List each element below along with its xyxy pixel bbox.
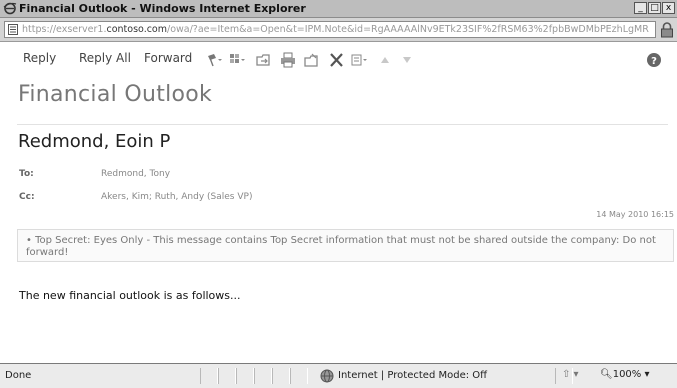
minimize-button[interactable]: _ bbox=[634, 2, 647, 14]
title-bar[interactable]: Financial Outlook - Windows Internet Exp… bbox=[0, 0, 677, 18]
close-button[interactable]: x bbox=[662, 2, 675, 14]
open-attachment-icon[interactable] bbox=[303, 52, 321, 68]
maximize-button[interactable]: □ bbox=[648, 2, 661, 14]
url-prefix: https://exserver1. bbox=[22, 24, 107, 35]
print-icon[interactable] bbox=[279, 52, 297, 68]
forward-button[interactable]: Forward bbox=[144, 51, 192, 65]
ie-logo-icon bbox=[3, 2, 17, 15]
internet-zone-icon bbox=[320, 369, 334, 383]
cc-recipients[interactable]: Akers, Kim; Ruth, Andy (Sales VP) bbox=[101, 192, 252, 202]
next-item-icon[interactable] bbox=[398, 52, 416, 68]
help-icon[interactable]: ? bbox=[645, 52, 663, 68]
status-bar: Done Internet | Protected Mode: Off ⇧ ▾ … bbox=[0, 364, 677, 388]
to-label: To: bbox=[19, 169, 34, 179]
message-body: The new financial outlook is as follows.… bbox=[19, 289, 241, 302]
mail-toolbar: Reply Reply All Forward ? bbox=[8, 46, 668, 76]
status-pane bbox=[272, 368, 290, 384]
url-field[interactable]: https://exserver1.contoso.com/owa/?ae=It… bbox=[4, 21, 656, 38]
flag-dropdown-icon[interactable] bbox=[206, 52, 224, 68]
previous-item-icon[interactable] bbox=[376, 52, 394, 68]
cc-label: Cc: bbox=[19, 192, 35, 202]
address-bar: https://exserver1.contoso.com/owa/?ae=It… bbox=[0, 18, 677, 42]
sent-date: 14 May 2010 16:15 bbox=[596, 210, 674, 219]
svg-text:?: ? bbox=[651, 56, 657, 67]
reply-all-button[interactable]: Reply All bbox=[79, 51, 131, 65]
browser-window: Financial Outlook - Windows Internet Exp… bbox=[0, 0, 677, 388]
message-subject: Financial Outlook bbox=[18, 82, 213, 107]
status-pane bbox=[236, 368, 254, 384]
lock-icon[interactable] bbox=[660, 22, 674, 38]
security-zone-text[interactable]: Internet | Protected Mode: Off bbox=[338, 370, 487, 381]
rights-management-banner: • Top Secret: Eyes Only - This message c… bbox=[17, 229, 674, 262]
sender-name[interactable]: Redmond, Eoin P bbox=[18, 131, 170, 152]
zoom-level: 100% bbox=[612, 369, 642, 380]
page-icon bbox=[8, 24, 18, 35]
status-pane bbox=[254, 368, 272, 384]
categorize-dropdown-icon[interactable] bbox=[229, 52, 247, 68]
status-pane bbox=[290, 368, 308, 384]
banner-text: • Top Secret: Eyes Only - This message c… bbox=[26, 235, 656, 258]
status-pane bbox=[218, 368, 236, 384]
zoom-control[interactable]: 🔍︎100% ▾ bbox=[600, 369, 650, 380]
url-text: https://exserver1.contoso.com/owa/?ae=It… bbox=[22, 24, 649, 35]
delete-icon[interactable] bbox=[328, 52, 346, 68]
status-text: Done bbox=[5, 370, 32, 381]
header-divider bbox=[17, 124, 668, 125]
status-pane bbox=[200, 368, 218, 384]
window-title: Financial Outlook - Windows Internet Exp… bbox=[19, 2, 306, 15]
protected-mode-dropdown-icon[interactable]: ⇧ ▾ bbox=[562, 369, 579, 380]
url-domain: contoso.com bbox=[106, 24, 168, 35]
zoom-icon: 🔍︎ bbox=[600, 369, 613, 380]
move-to-folder-icon[interactable] bbox=[255, 52, 273, 68]
url-rest: /owa/?ae=Item&a=Open&t=IPM.Note&id=RgAAA… bbox=[167, 24, 649, 35]
message-options-dropdown-icon[interactable] bbox=[351, 52, 369, 68]
reply-button[interactable]: Reply bbox=[23, 51, 56, 65]
to-recipients[interactable]: Redmond, Tony bbox=[101, 169, 170, 179]
